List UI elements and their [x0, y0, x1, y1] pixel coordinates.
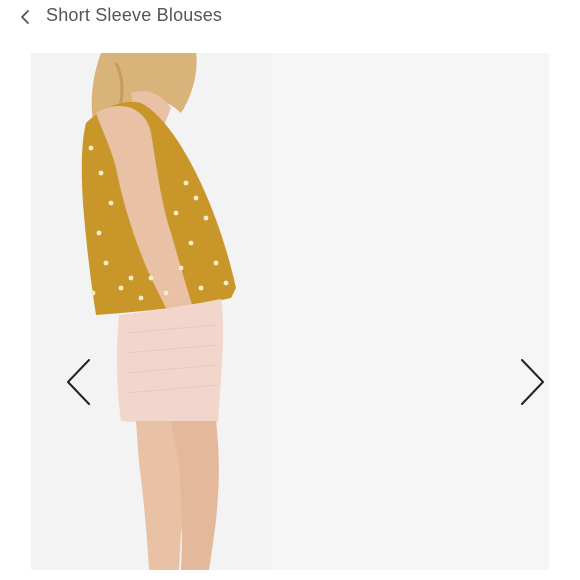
chevron-right-icon — [521, 359, 544, 405]
chevron-left-icon — [67, 359, 90, 405]
next-image-button[interactable] — [518, 358, 546, 406]
previous-image-button[interactable] — [65, 358, 93, 406]
chevron-left-icon — [21, 10, 29, 24]
product-image-carousel[interactable] — [31, 53, 549, 570]
product-photo — [31, 53, 549, 570]
top-bar: Short Sleeve Blouses — [0, 0, 580, 36]
product-page: Short Sleeve Blouses — [0, 0, 580, 580]
page-title: Short Sleeve Blouses — [46, 5, 223, 25]
back-button[interactable] — [18, 4, 32, 30]
